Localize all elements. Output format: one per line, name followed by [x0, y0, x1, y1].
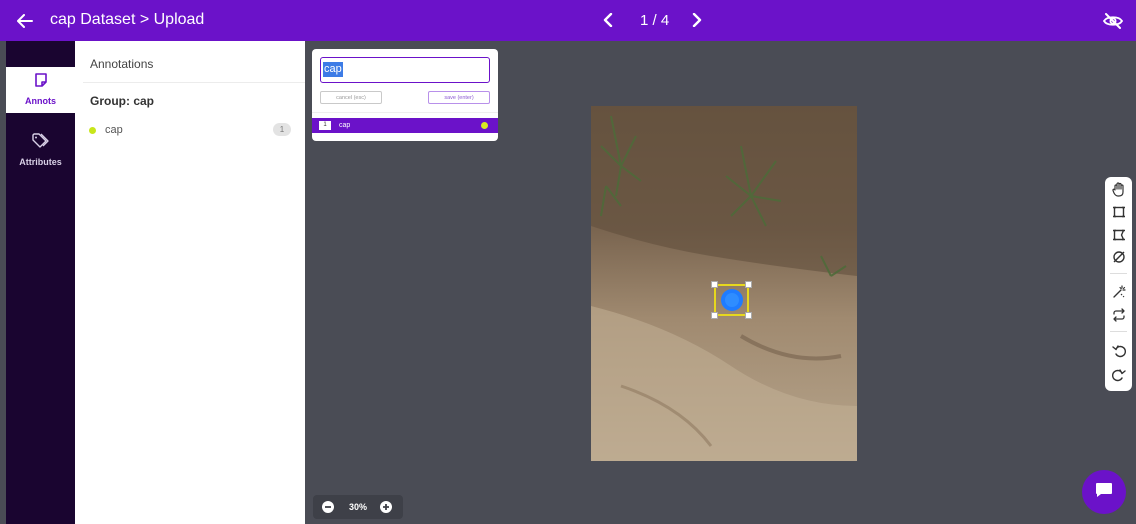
image-pager: 1 / 4 [598, 9, 707, 31]
resize-handle-bottom-right[interactable] [745, 312, 752, 319]
divider [312, 112, 498, 113]
rail-tab-annots[interactable]: Annots [6, 67, 75, 113]
save-button[interactable]: save (enter) [428, 91, 490, 104]
chat-button[interactable] [1082, 470, 1126, 514]
ellipse-tool-icon[interactable] [1109, 247, 1128, 266]
polygon-tool-icon[interactable] [1109, 225, 1128, 244]
previous-image-button[interactable] [598, 9, 618, 31]
divider [1110, 273, 1127, 274]
selected-input-text: cap [323, 62, 343, 77]
magic-wand-icon[interactable] [1109, 282, 1128, 301]
option-label: cap [339, 122, 351, 129]
zoom-out-icon[interactable] [321, 500, 335, 514]
divider [1110, 331, 1127, 332]
zoom-in-icon[interactable] [379, 500, 393, 514]
divider [83, 82, 305, 83]
option-shortcut-key: 1 [319, 121, 331, 130]
cancel-button[interactable]: cancel (esc) [320, 91, 382, 104]
annotation-name: cap [105, 124, 123, 136]
option-color-dot [481, 122, 488, 129]
page-counter: 1 / 4 [640, 11, 670, 29]
annotation-item-cap[interactable]: cap 1 [85, 121, 297, 139]
label-popup: cap cancel (esc) save (enter) 1 cap [312, 49, 498, 141]
panel-title: Annotations [90, 57, 154, 71]
repeat-icon[interactable] [1109, 305, 1128, 324]
breadcrumb[interactable]: cap Dataset > Upload [50, 11, 204, 29]
zoom-control: 30% [313, 495, 403, 519]
label-search-input[interactable] [320, 57, 490, 83]
left-rail: Annots Attributes [6, 41, 75, 524]
pan-hand-icon[interactable] [1109, 180, 1128, 199]
hide-annotations-eye-off-icon[interactable] [1102, 10, 1124, 32]
rail-label-attributes: Attributes [19, 157, 62, 167]
annotation-count-badge: 1 [273, 123, 291, 136]
annotation-color-dot [89, 126, 96, 134]
next-image-button[interactable] [687, 9, 707, 31]
redo-icon[interactable] [1109, 365, 1128, 384]
back-arrow-icon[interactable] [14, 10, 36, 32]
chat-icon [1095, 482, 1113, 503]
tags-icon [32, 133, 49, 153]
bounding-box-annotation[interactable] [711, 281, 752, 319]
zoom-level: 30% [349, 502, 368, 512]
annotation-toolbar [1105, 177, 1132, 391]
rail-label-annots: Annots [25, 96, 56, 106]
undo-icon[interactable] [1109, 341, 1128, 360]
bounding-box-tool-icon[interactable] [1109, 202, 1128, 221]
rail-tab-attributes[interactable]: Attributes [6, 133, 75, 179]
resize-handle-top-right[interactable] [745, 281, 752, 288]
top-bar: cap Dataset > Upload 1 / 4 [0, 0, 1136, 41]
resize-handle-top-left[interactable] [711, 281, 718, 288]
note-icon [34, 73, 48, 92]
group-title: Group: cap [90, 94, 155, 108]
label-option-cap[interactable]: 1 cap [312, 118, 498, 133]
annotations-panel: Annotations Group: cap cap 1 [75, 41, 305, 524]
resize-handle-bottom-left[interactable] [711, 312, 718, 319]
